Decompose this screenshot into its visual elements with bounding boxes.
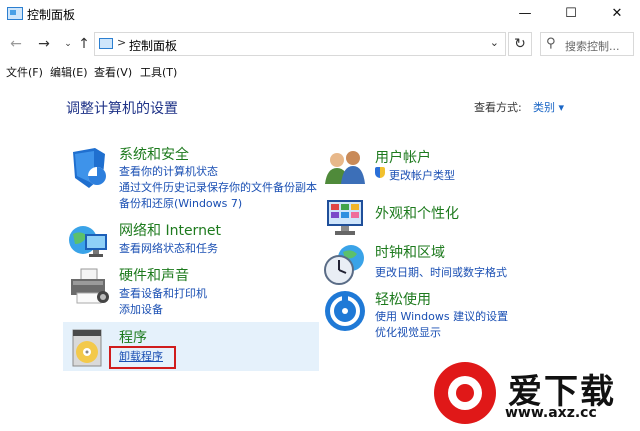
title-bar: 控制面板 — ☐ ✕ [0,0,640,28]
link-network-status[interactable]: 查看网络状态和任务 [119,240,218,256]
category-title[interactable]: 网络和 Internet [119,220,221,240]
breadcrumb-control-panel[interactable]: 控制面板 [129,37,177,54]
view-by-dropdown[interactable]: 类别 ▾ [533,99,564,115]
clock-globe-icon [324,245,364,285]
category-title[interactable]: 硬件和声音 [119,265,189,285]
refresh-button[interactable]: ↻ [508,32,532,56]
control-panel-icon [99,38,113,49]
breadcrumb-separator[interactable]: > [117,36,126,49]
users-icon [325,151,365,184]
close-button[interactable]: ✕ [594,0,640,28]
annotation-box [109,346,176,369]
address-dropdown-icon[interactable]: ⌄ [490,36,499,49]
network-globe-icon [69,226,107,257]
watermark-logo [434,362,496,424]
maximize-button[interactable]: ☐ [548,0,594,28]
link-change-date-time-format[interactable]: 更改日期、时间或数字格式 [375,264,507,280]
link-view-computer-status[interactable]: 查看你的计算机状态 [119,163,218,179]
category-title[interactable]: 程序 [119,327,147,347]
ease-of-access-icon [325,291,365,331]
forward-button[interactable]: → [34,34,54,54]
search-box[interactable]: ⚲ 搜索控制... [540,32,634,56]
link-recommended-settings[interactable]: 使用 Windows 建议的设置 [375,308,508,324]
printer-icon [71,268,109,304]
link-backup-restore[interactable]: 备份和还原(Windows 7) [119,195,242,211]
category-title[interactable]: 用户帐户 [375,147,431,167]
minimize-button[interactable]: — [502,0,548,28]
page-title: 调整计算机的设置 [66,101,178,117]
uac-shield-icon [375,167,385,178]
monitor-palette-icon [327,200,363,235]
window-title: 控制面板 [27,8,76,22]
programs-disc-icon [72,329,102,367]
menu-edit[interactable]: 编辑(E) [50,64,88,80]
navigation-bar: ← → ⌄ ↑ > 控制面板 ⌄ ↻ ⚲ 搜索控制... [0,28,640,60]
menu-bar: 文件(F) 编辑(E) 查看(V) 工具(T) [0,60,640,82]
shield-icon [73,148,106,188]
menu-view[interactable]: 查看(V) [94,64,132,80]
category-title[interactable]: 外观和个性化 [375,203,459,223]
menu-file[interactable]: 文件(F) [6,64,43,80]
up-button[interactable]: ↑ [74,34,94,54]
link-optimize-display[interactable]: 优化视觉显示 [375,324,441,340]
back-button[interactable]: ← [6,34,26,54]
category-title[interactable]: 时钟和区域 [375,242,445,262]
search-icon: ⚲ [546,36,556,51]
view-by-label: 查看方式: [474,101,522,114]
category-title[interactable]: 系统和安全 [119,144,189,164]
link-add-device[interactable]: 添加设备 [119,301,163,317]
link-devices-printers[interactable]: 查看设备和打印机 [119,285,207,301]
link-file-history-backup[interactable]: 通过文件历史记录保存你的文件备份副本 [119,179,317,195]
search-input[interactable]: 搜索控制... [565,38,620,54]
control-panel-icon [7,7,23,20]
link-change-account-type[interactable]: 更改帐户类型 [389,167,455,183]
watermark-url: www.axz.cc [505,405,597,421]
category-title[interactable]: 轻松使用 [375,289,431,309]
menu-tools[interactable]: 工具(T) [140,64,177,80]
address-bar[interactable]: > 控制面板 ⌄ [94,32,506,56]
